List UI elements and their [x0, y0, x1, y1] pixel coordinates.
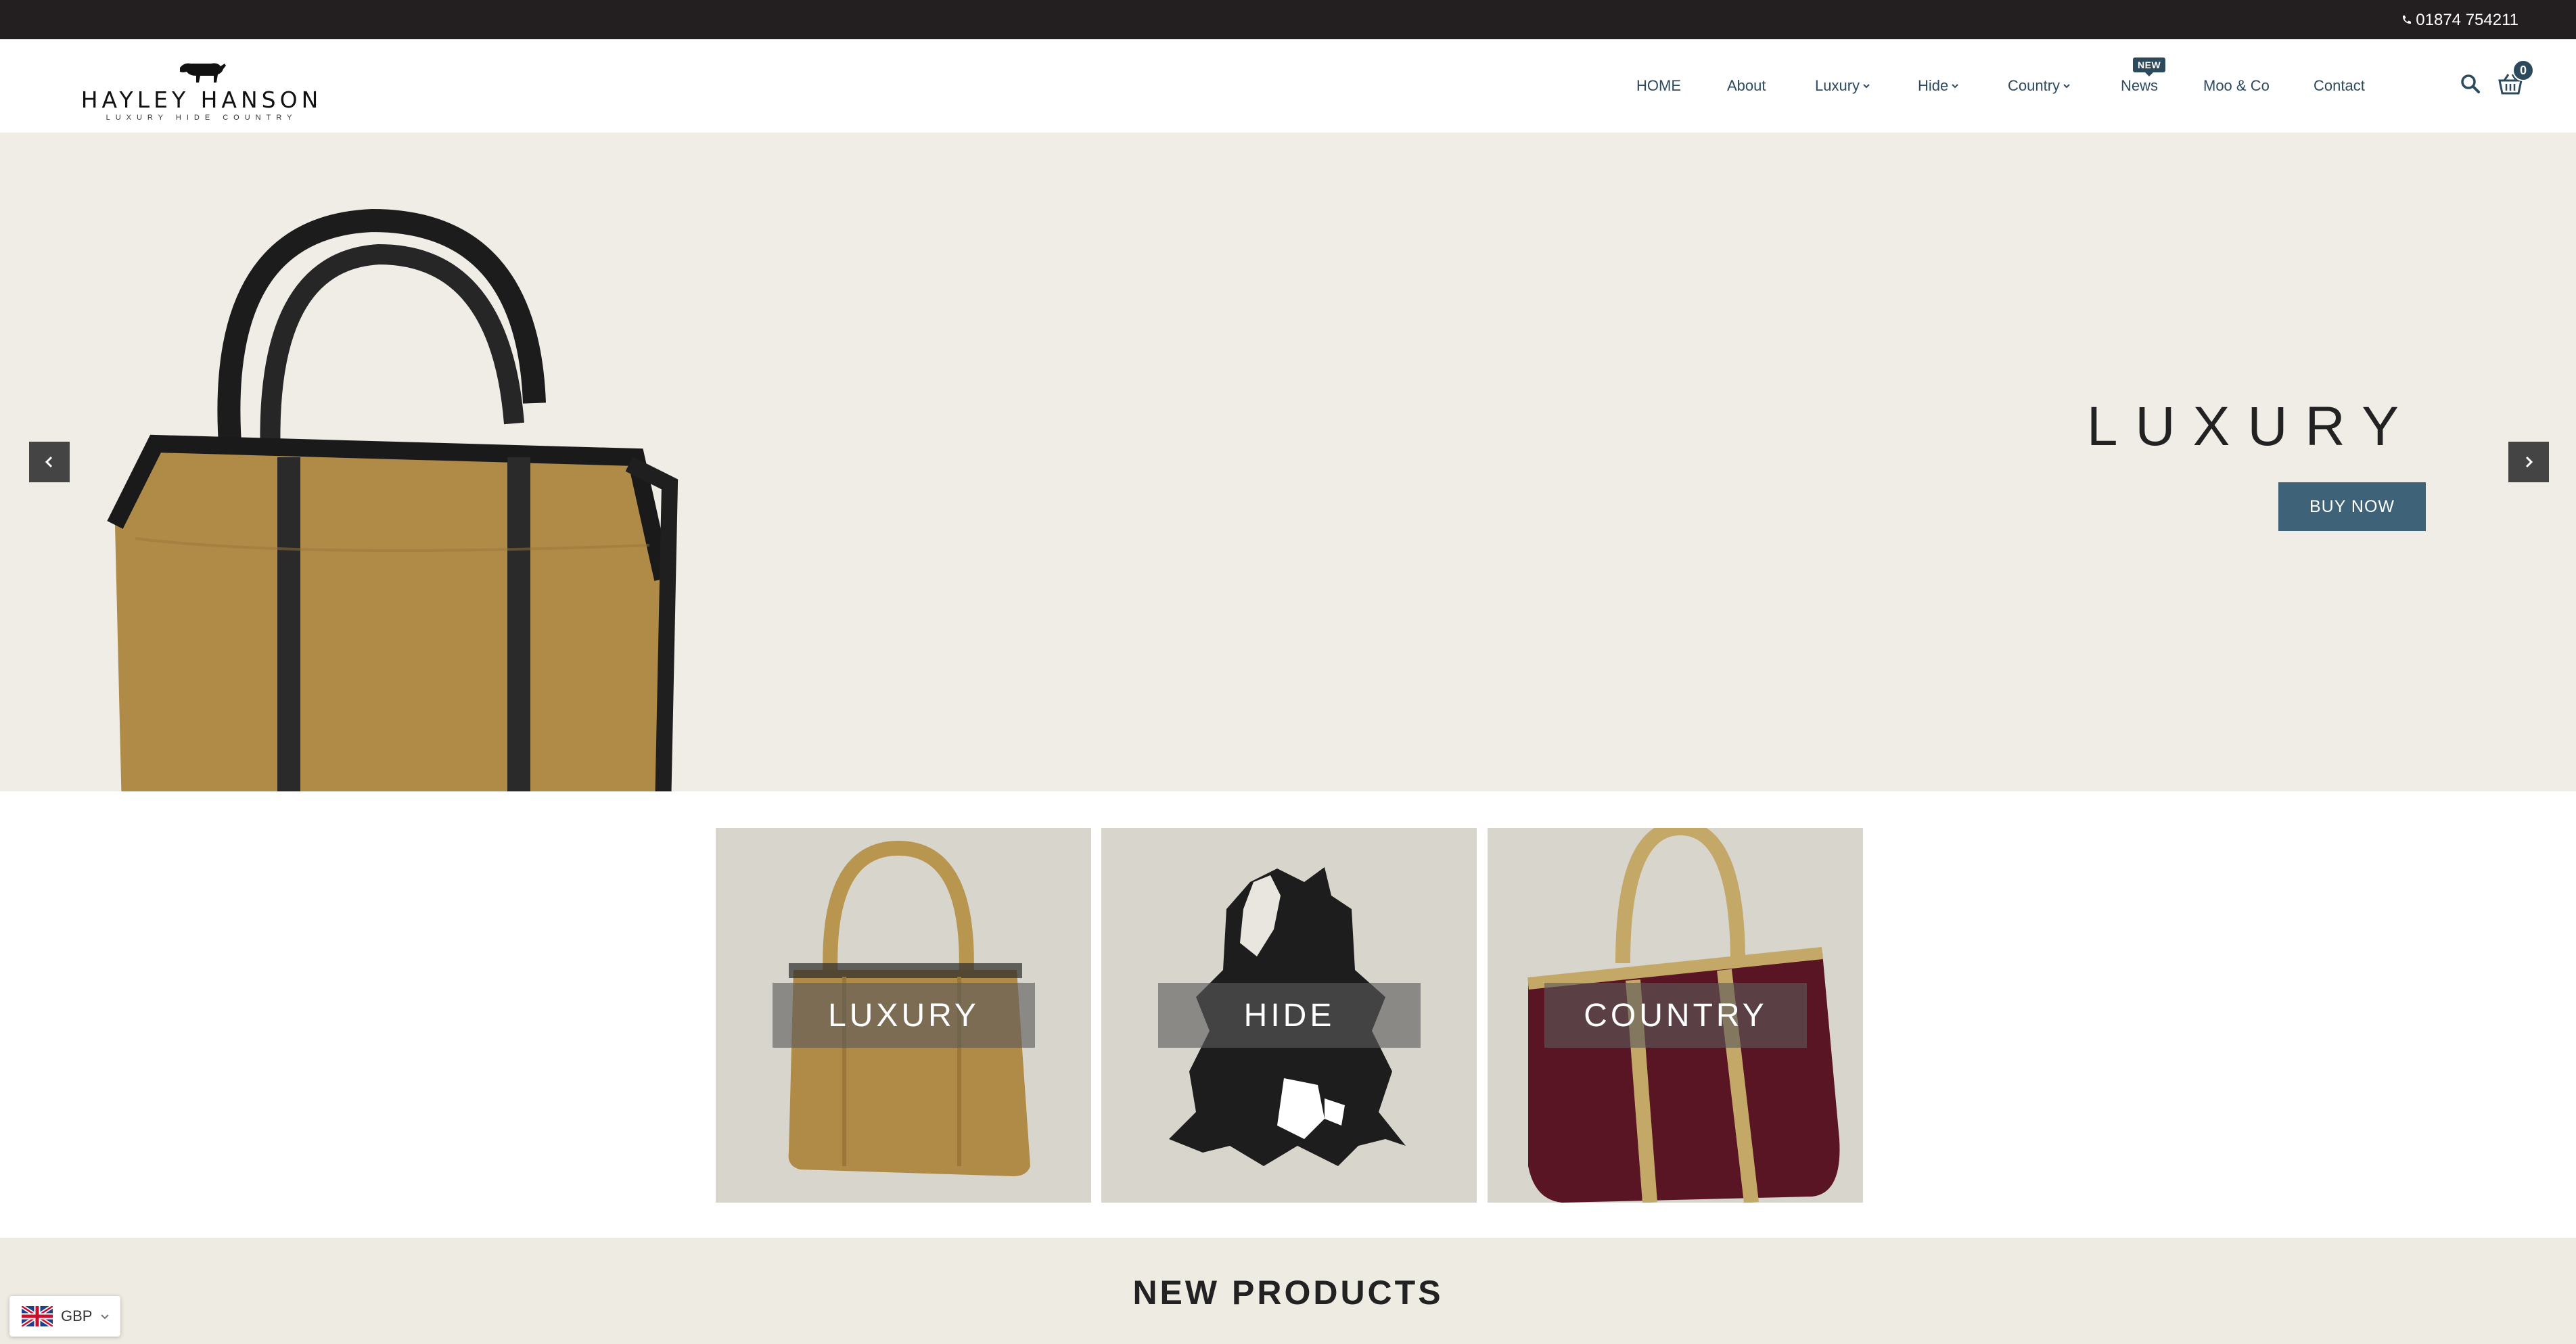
hero-bag-image: [107, 208, 678, 791]
main-nav: HOME About Luxury Hide Country News NEW Moo & C…: [0, 39, 2576, 133]
nav-item-label: About: [1727, 77, 1766, 94]
nav-item-luxury[interactable]: Luxury: [1815, 77, 1870, 95]
nav-item-label: Hide: [1918, 77, 1949, 94]
nav-item-label: Contact: [2314, 77, 2365, 94]
slider-next-button[interactable]: [2508, 442, 2549, 482]
nav-item-label: HOME: [1636, 77, 1681, 94]
search-icon[interactable]: [2460, 73, 2481, 95]
new-badge: NEW: [2133, 57, 2166, 76]
nav-item-contact[interactable]: Contact: [2314, 77, 2365, 95]
category-card-hide[interactable]: HIDE: [1101, 828, 1477, 1203]
phone-link[interactable]: 01874 754211: [2401, 11, 2518, 30]
nav-item-label: Luxury: [1815, 77, 1860, 94]
phone-icon: [2403, 16, 2412, 24]
nav-item-hide[interactable]: Hide: [1918, 77, 1959, 95]
phone-number: 01874 754211: [2416, 11, 2518, 29]
new-products-section: NEW PRODUCTS: [0, 1238, 2576, 1344]
chevron-left-icon: [45, 456, 53, 468]
currency-code: GBP: [61, 1307, 93, 1324]
uk-flag-icon: [22, 1306, 53, 1326]
chevron-right-icon: [2525, 456, 2533, 468]
new-products-heading: NEW PRODUCTS: [1132, 1274, 1444, 1312]
category-card-country[interactable]: COUNTRY: [1488, 828, 1863, 1203]
cart-count-badge: 0: [2512, 60, 2534, 81]
hero-slider: LUXURY BUY NOW: [0, 133, 2576, 791]
nav-item-label: Moo & Co: [2203, 77, 2270, 94]
slider-prev-button[interactable]: [29, 442, 70, 482]
chevron-down-icon: [1863, 84, 1870, 89]
top-bar: 01874 754211: [0, 0, 2576, 39]
nav-item-label: News: [2121, 77, 2159, 94]
hero-title: LUXURY: [2086, 396, 2416, 457]
nav-item-news[interactable]: News: [2121, 77, 2158, 95]
category-grid: LUXURY HIDE COUNTRY: [716, 828, 1863, 1203]
nav-item-country[interactable]: Country: [2008, 77, 2071, 95]
nav-item-about[interactable]: About: [1727, 77, 1766, 95]
nav-item-moo-co[interactable]: Moo & Co: [2203, 77, 2270, 95]
site-header: HAYLEY HANSON LUXURY HIDE COUNTRY HOME Ab…: [0, 39, 2576, 133]
category-label-luxury: LUXURY: [773, 983, 1035, 1048]
chevron-down-icon: [101, 1314, 110, 1320]
currency-selector[interactable]: GBP: [9, 1296, 120, 1337]
chevron-down-icon: [2063, 84, 2070, 89]
buy-now-button[interactable]: BUY NOW: [2278, 482, 2426, 531]
category-label-country: COUNTRY: [1544, 983, 1807, 1048]
category-card-luxury[interactable]: LUXURY: [716, 828, 1091, 1203]
nav-item-label: Country: [2008, 77, 2061, 94]
nav-item-home[interactable]: HOME: [1636, 77, 1681, 95]
category-label-hide: HIDE: [1158, 983, 1421, 1048]
chevron-down-icon: [1952, 84, 1958, 89]
